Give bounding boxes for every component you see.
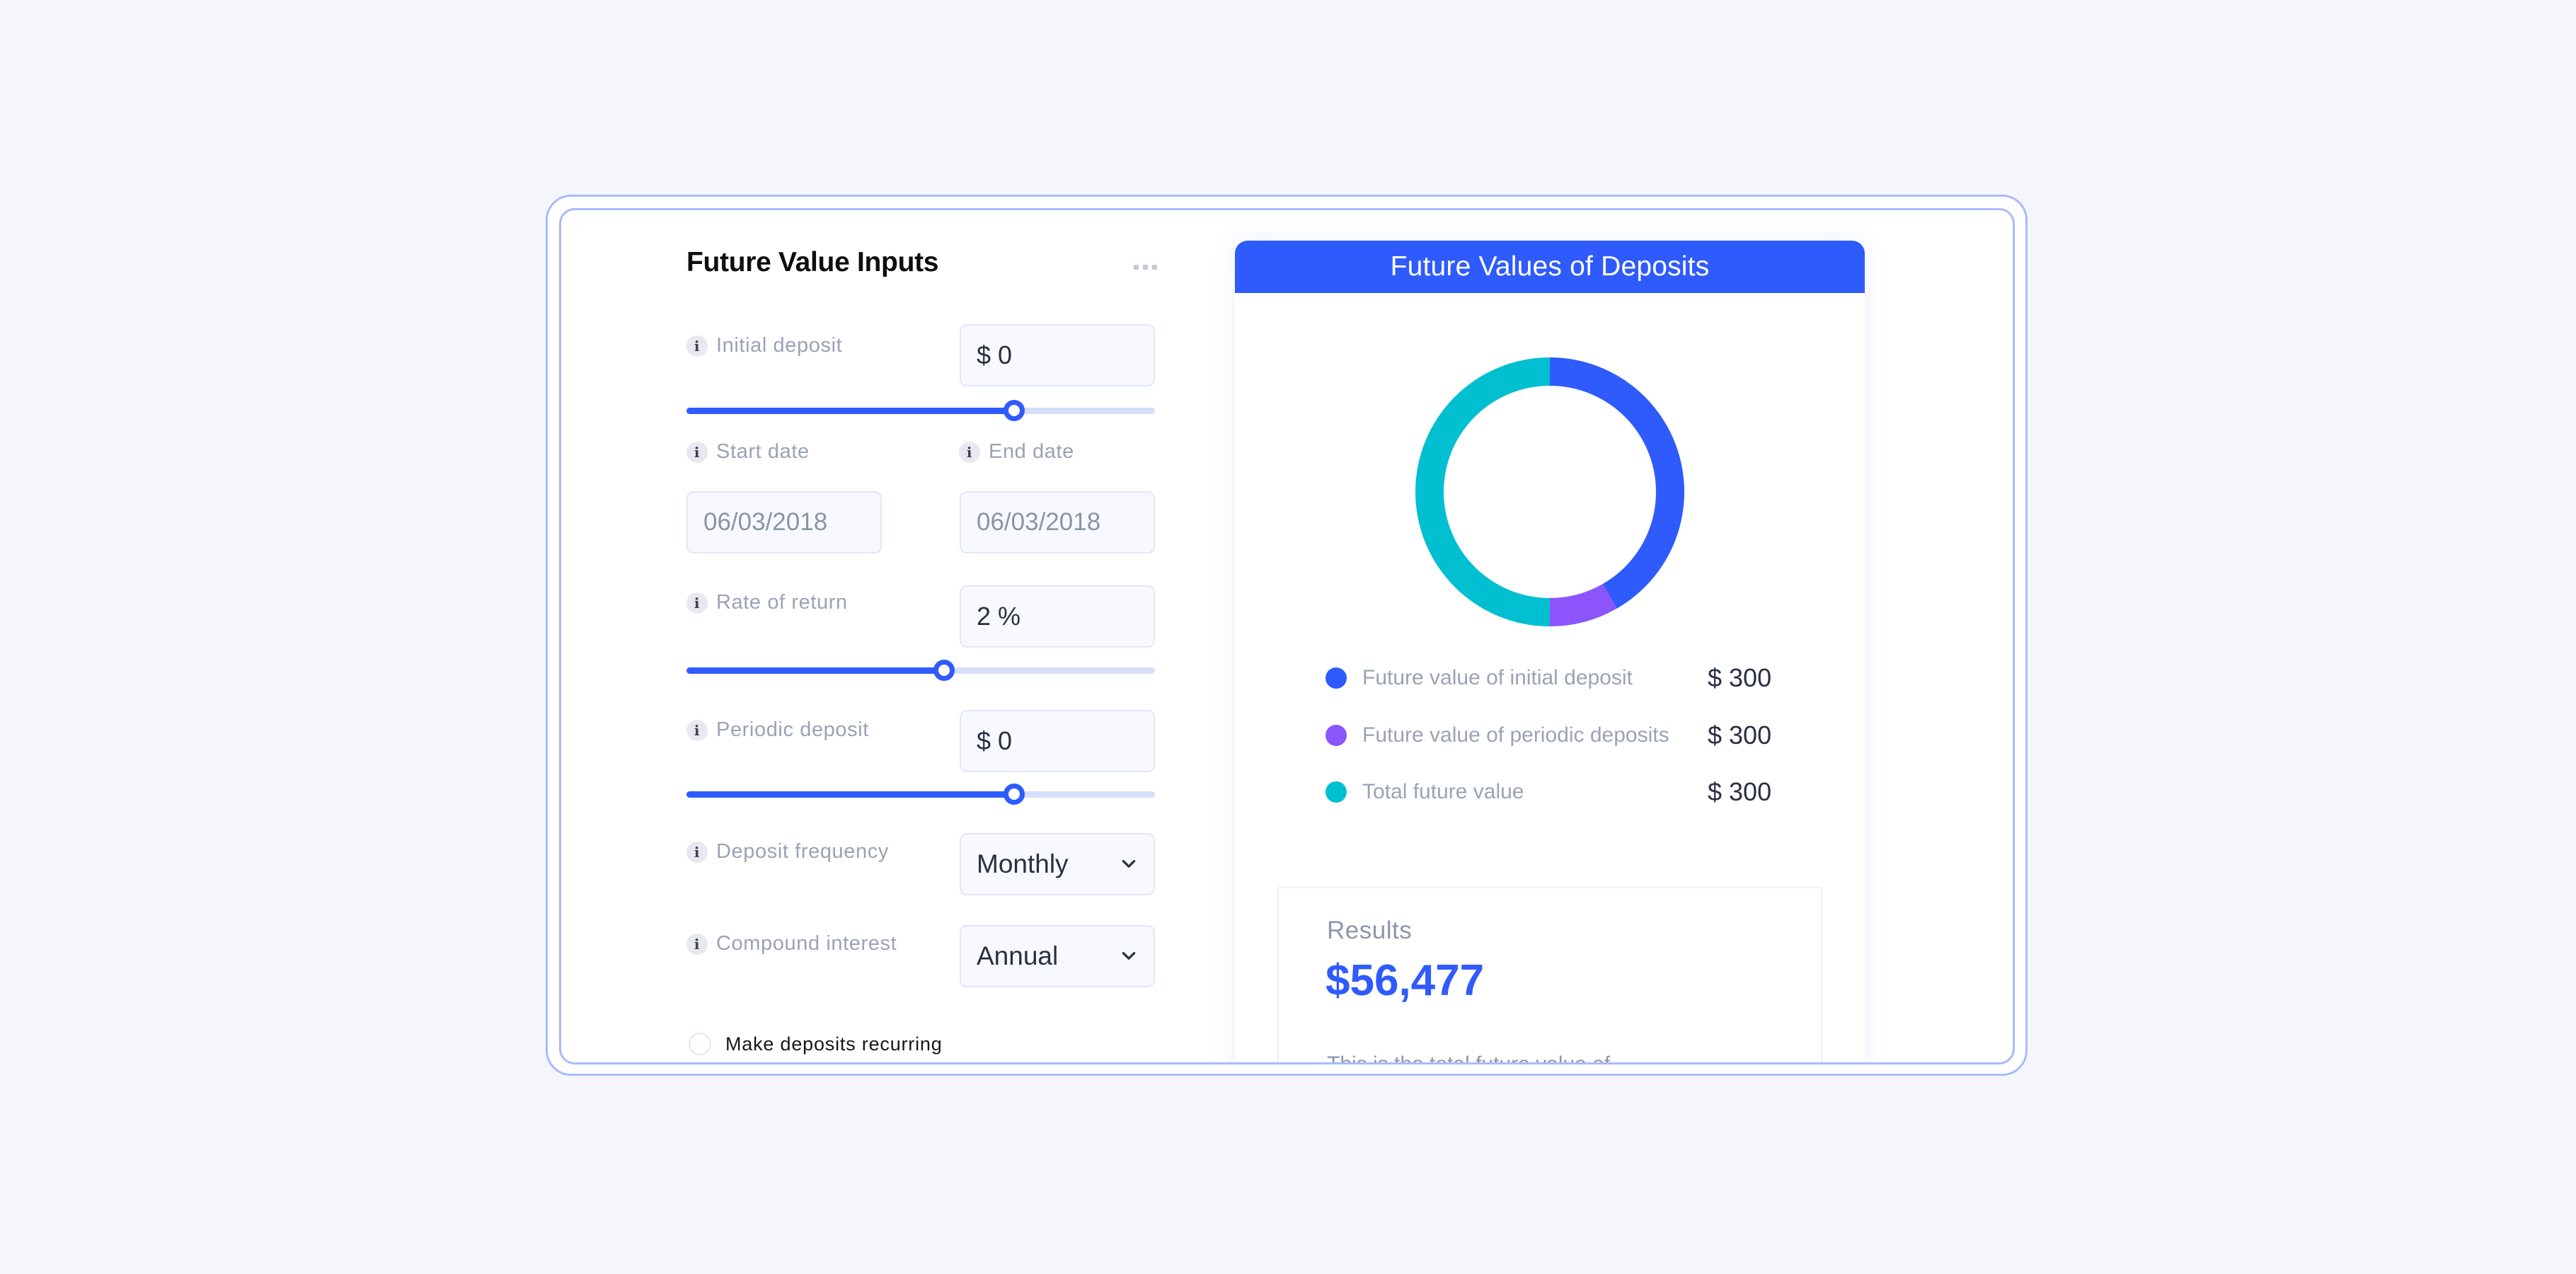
slider-fill bbox=[686, 408, 1015, 414]
future-values-card: Future Values of Deposits Future value o… bbox=[1235, 241, 1865, 1064]
select-value: Annual bbox=[977, 941, 1059, 970]
legend-value: $ 300 bbox=[1708, 777, 1772, 806]
donut-slice-total-future-value bbox=[1415, 357, 1550, 626]
info-icon[interactable]: i bbox=[686, 719, 708, 741]
legend-item-total-future-value: Total future value $ 300 bbox=[1326, 777, 1786, 806]
calculator-window: Future Value Inputs i Initial deposit $ … bbox=[559, 208, 2015, 1064]
inputs-panel-title: Future Value Inputs bbox=[686, 247, 939, 277]
legend-label: Total future value bbox=[1362, 780, 1524, 803]
results-card: Results $56,477 This is the total future… bbox=[1277, 887, 1822, 1064]
label-text: Rate of return bbox=[716, 591, 848, 614]
legend-dot bbox=[1326, 725, 1347, 746]
slider-handle[interactable] bbox=[933, 660, 955, 681]
chevron-down-icon bbox=[1122, 952, 1136, 960]
slider-handle[interactable] bbox=[1004, 784, 1025, 805]
initial-deposit-slider[interactable] bbox=[686, 400, 1155, 421]
info-icon[interactable]: i bbox=[686, 335, 708, 357]
info-icon[interactable]: i bbox=[686, 592, 708, 614]
info-icon[interactable]: i bbox=[686, 441, 708, 463]
slider-fill bbox=[686, 791, 1015, 798]
info-icon[interactable]: i bbox=[686, 841, 708, 863]
initial-deposit-input[interactable]: $ 0 bbox=[960, 324, 1155, 386]
input-value: 06/03/2018 bbox=[977, 508, 1101, 536]
legend-dot bbox=[1326, 667, 1347, 689]
legend-value: $ 300 bbox=[1708, 721, 1772, 750]
periodic-deposit-label: i Periodic deposit bbox=[686, 718, 869, 742]
card-title: Future Values of Deposits bbox=[1390, 251, 1710, 282]
deposit-frequency-label: i Deposit frequency bbox=[686, 840, 889, 863]
legend-item-periodic-deposits: Future value of periodic deposits $ 300 bbox=[1326, 721, 1786, 750]
legend-value: $ 300 bbox=[1708, 663, 1772, 692]
input-value: $ 0 bbox=[977, 726, 1013, 755]
legend-label: Future value of initial deposit bbox=[1362, 666, 1633, 689]
deposit-frequency-select[interactable]: Monthly bbox=[960, 833, 1155, 895]
start-date-input[interactable]: 06/03/2018 bbox=[686, 491, 882, 553]
label-text: End date bbox=[989, 440, 1074, 463]
label-text: Start date bbox=[716, 440, 810, 463]
more-options-button[interactable] bbox=[1131, 253, 1159, 281]
legend-label: Future value of periodic deposits bbox=[1362, 723, 1669, 747]
rate-of-return-input[interactable]: 2 % bbox=[960, 585, 1155, 648]
periodic-deposit-input[interactable]: $ 0 bbox=[960, 710, 1155, 772]
legend-item-initial-deposit: Future value of initial deposit $ 300 bbox=[1326, 663, 1786, 692]
rate-of-return-slider[interactable] bbox=[686, 660, 1155, 681]
recurring-deposits-radio[interactable] bbox=[689, 1033, 711, 1055]
input-value: 06/03/2018 bbox=[703, 508, 828, 536]
results-title: Results bbox=[1327, 917, 1413, 944]
chevron-down-icon bbox=[1122, 860, 1136, 868]
more-horizontal-icon bbox=[1133, 264, 1139, 270]
input-value: $ 0 bbox=[977, 340, 1013, 369]
label-text: Deposit frequency bbox=[716, 840, 889, 863]
more-dot bbox=[1142, 264, 1148, 270]
end-date-input[interactable]: 06/03/2018 bbox=[960, 491, 1155, 553]
results-description: This is the total future value of bbox=[1327, 1052, 1611, 1064]
rate-of-return-label: i Rate of return bbox=[686, 591, 848, 614]
info-icon[interactable]: i bbox=[959, 441, 980, 463]
initial-deposit-label: i Initial deposit bbox=[686, 334, 842, 357]
results-value: $56,477 bbox=[1326, 956, 1485, 1005]
periodic-deposit-slider[interactable] bbox=[686, 784, 1155, 805]
recurring-deposits-label: Make deposits recurring bbox=[725, 1033, 943, 1055]
compound-interest-select[interactable]: Annual bbox=[960, 925, 1155, 987]
slider-handle[interactable] bbox=[1004, 400, 1025, 421]
label-text: Compound interest bbox=[716, 932, 897, 955]
legend-dot bbox=[1326, 781, 1347, 803]
slider-fill bbox=[686, 667, 945, 674]
start-date-label: i Start date bbox=[686, 440, 810, 464]
select-value: Monthly bbox=[977, 849, 1069, 878]
label-text: Periodic deposit bbox=[716, 718, 869, 741]
label-text: Initial deposit bbox=[716, 334, 843, 357]
input-value: 2 % bbox=[977, 602, 1021, 631]
end-date-label: i End date bbox=[959, 440, 1074, 464]
more-dot bbox=[1151, 264, 1157, 270]
compound-interest-label: i Compound interest bbox=[686, 932, 897, 955]
donut-chart bbox=[1415, 357, 1684, 626]
card-header: Future Values of Deposits bbox=[1235, 241, 1865, 293]
info-icon[interactable]: i bbox=[686, 933, 708, 955]
donut-slice-future-value-of-initial-deposit bbox=[1550, 357, 1684, 609]
